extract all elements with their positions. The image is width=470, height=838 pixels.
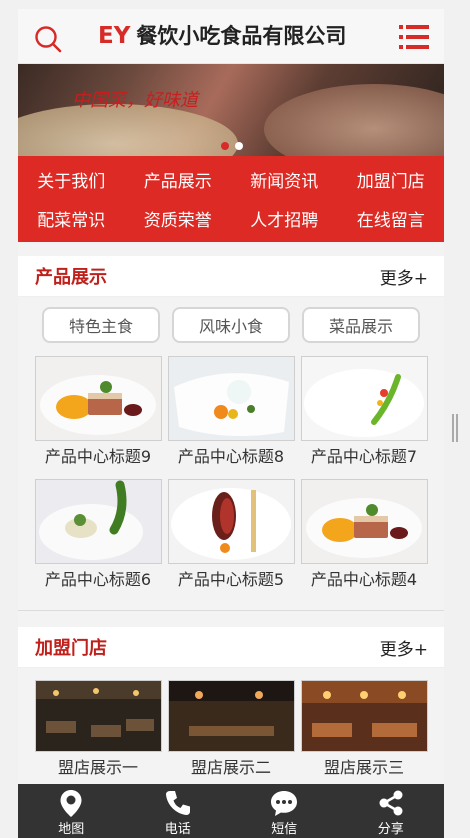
nav-item-knowledge[interactable]: 配菜常识 (18, 199, 125, 238)
nav-item-about[interactable]: 关于我们 (18, 160, 125, 199)
map-button[interactable]: 地图 (18, 784, 125, 838)
store-image[interactable] (167, 680, 295, 752)
store-card[interactable]: 盟店展示一 (34, 680, 162, 784)
product-card[interactable]: 产品中心标题8 (167, 356, 295, 473)
tab-snacks[interactable]: 风味小食 (172, 307, 290, 343)
carousel-dot[interactable] (221, 142, 229, 150)
product-title[interactable]: 产品中心标题4 (301, 564, 428, 596)
carousel-dot[interactable] (235, 142, 243, 150)
mobile-page: EY 餐饮小吃食品有限公司 中国菜，好味道 关于我们 产品展示 新闻资讯 加盟门店… (18, 9, 444, 796)
carousel-dots (221, 142, 243, 150)
product-image[interactable] (34, 479, 162, 564)
store-title[interactable]: 盟店展示一 (35, 752, 162, 784)
tab-dishes[interactable]: 菜品展示 (302, 307, 420, 343)
phone-label: 电话 (164, 822, 191, 837)
stores-more-link[interactable]: 更多+ (380, 635, 428, 660)
banner-carousel[interactable]: 中国菜，好味道 (18, 64, 444, 156)
stores-body: 盟店展示一 盟店展示二 盟店展示三 (18, 668, 444, 796)
stores-section: 加盟门店 更多+ 盟店展示一 盟店展示二 盟店展示三 (18, 627, 444, 796)
share-button[interactable]: 分享 (338, 784, 445, 838)
logo-mark: EY (98, 23, 131, 49)
product-image[interactable] (167, 479, 295, 564)
products-body: 特色主食 风味小食 菜品展示 产品中心标题9 产品中心标题8 产品中心标题7 产… (18, 297, 444, 623)
products-title: 产品展示 (35, 267, 107, 288)
store-title[interactable]: 盟店展示二 (168, 752, 295, 784)
main-nav: 关于我们 产品展示 新闻资讯 加盟门店 配菜常识 资质荣誉 人才招聘 在线留言 (18, 156, 444, 242)
store-grid: 盟店展示一 盟店展示二 盟店展示三 (18, 680, 444, 784)
nav-item-message[interactable]: 在线留言 (338, 199, 445, 238)
sms-label: 短信 (271, 822, 298, 837)
banner-food-image (264, 84, 444, 156)
phone-button[interactable]: 电话 (125, 784, 232, 838)
product-card[interactable]: 产品中心标题7 (300, 356, 428, 473)
share-icon (379, 790, 403, 816)
header: EY 餐饮小吃食品有限公司 (18, 9, 444, 64)
store-image[interactable] (34, 680, 162, 752)
product-card[interactable]: 产品中心标题9 (34, 356, 162, 473)
product-image[interactable] (34, 356, 162, 441)
nav-item-news[interactable]: 新闻资讯 (231, 160, 338, 199)
nav-item-products[interactable]: 产品展示 (125, 160, 232, 199)
product-tabs: 特色主食 风味小食 菜品展示 (18, 307, 444, 343)
message-icon (271, 791, 298, 816)
products-header: 产品展示 更多+ (18, 256, 444, 297)
phone-icon (165, 791, 190, 815)
product-image[interactable] (300, 479, 428, 564)
product-title[interactable]: 产品中心标题6 (35, 564, 162, 596)
search-icon[interactable] (34, 25, 62, 53)
product-title[interactable]: 产品中心标题5 (168, 564, 295, 596)
product-card[interactable]: 产品中心标题4 (300, 479, 428, 596)
nav-item-careers[interactable]: 人才招聘 (231, 199, 338, 238)
product-image[interactable] (300, 356, 428, 441)
product-title[interactable]: 产品中心标题8 (168, 441, 295, 473)
tab-staple-food[interactable]: 特色主食 (42, 307, 160, 343)
banner-slogan: 中国菜，好味道 (72, 90, 198, 111)
product-card[interactable]: 产品中心标题5 (167, 479, 295, 596)
product-image[interactable] (167, 356, 295, 441)
product-title[interactable]: 产品中心标题7 (301, 441, 428, 473)
store-title[interactable]: 盟店展示三 (301, 752, 428, 784)
nav-item-franchise[interactable]: 加盟门店 (338, 160, 445, 199)
section-divider (18, 610, 444, 611)
store-card[interactable]: 盟店展示三 (300, 680, 428, 784)
product-title[interactable]: 产品中心标题9 (35, 441, 162, 473)
logo-text: 餐饮小吃食品有限公司 (136, 24, 347, 48)
store-card[interactable]: 盟店展示二 (167, 680, 295, 784)
products-more-link[interactable]: 更多+ (380, 264, 428, 289)
stores-header: 加盟门店 更多+ (18, 627, 444, 668)
scrollbar-handle[interactable] (452, 414, 458, 442)
share-label: 分享 (377, 822, 404, 837)
products-section: 产品展示 更多+ 特色主食 风味小食 菜品展示 产品中心标题9 产品中心标题8 … (18, 256, 444, 623)
product-grid: 产品中心标题9 产品中心标题8 产品中心标题7 产品中心标题6 产品中心标题5 … (18, 356, 444, 596)
menu-icon[interactable] (399, 24, 429, 50)
map-label: 地图 (58, 822, 85, 837)
stores-title: 加盟门店 (35, 638, 107, 659)
product-card[interactable]: 产品中心标题6 (34, 479, 162, 596)
logo[interactable]: EY 餐饮小吃食品有限公司 (98, 20, 346, 50)
store-image[interactable] (300, 680, 428, 752)
sms-button[interactable]: 短信 (231, 784, 338, 838)
bottom-toolbar: 地图 电话 短信 分享 (18, 784, 444, 838)
nav-item-honors[interactable]: 资质荣誉 (125, 199, 232, 238)
map-pin-icon (60, 790, 82, 817)
